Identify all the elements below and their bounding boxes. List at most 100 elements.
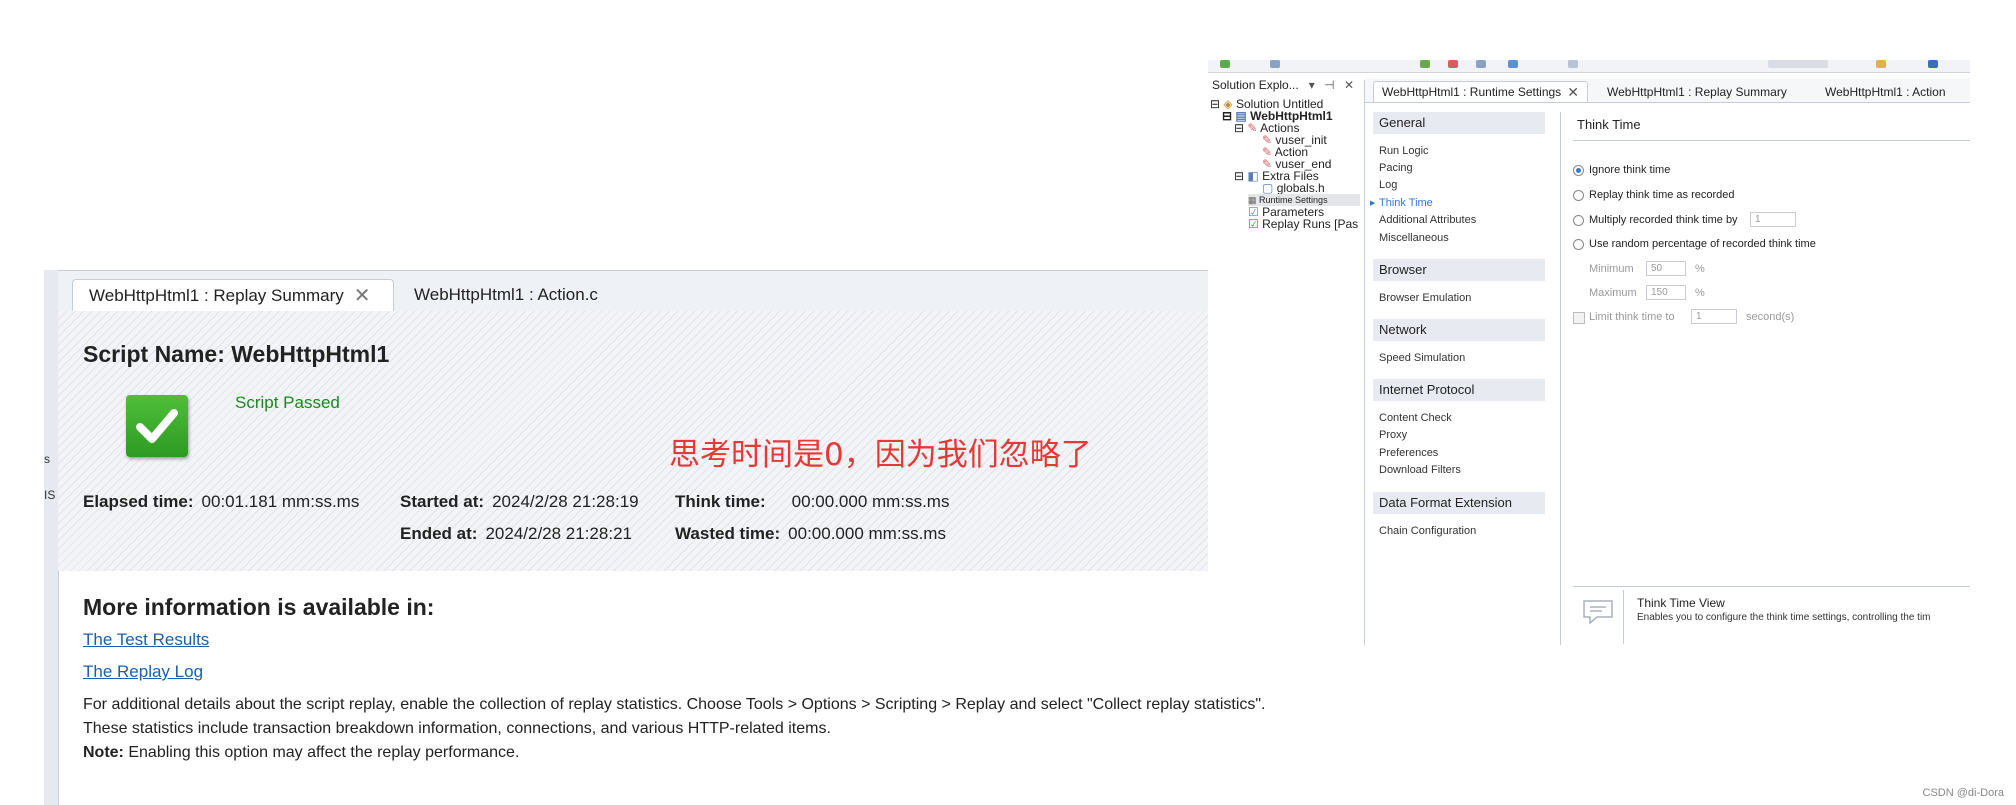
tree-node-replay-runs[interactable]: ☑ Replay Runs [Pas <box>1248 218 1358 230</box>
nav-item-proxy[interactable]: Proxy <box>1379 429 1407 441</box>
passed-check-icon <box>126 395 188 457</box>
panel-title: Think Time <box>1577 117 1641 132</box>
left-strip-mark: s <box>44 452 50 466</box>
maximum-label: Maximum <box>1589 287 1637 299</box>
toolbar-step-icon[interactable] <box>1508 60 1518 68</box>
nav-item-content-check[interactable]: Content Check <box>1379 412 1452 424</box>
radio-random-percentage[interactable] <box>1573 239 1584 250</box>
limit-think-time-checkbox[interactable] <box>1573 312 1585 324</box>
close-icon[interactable]: ✕ <box>354 283 371 308</box>
maximum-input[interactable]: 150 <box>1646 285 1686 300</box>
ended-label: Ended at: <box>400 524 478 543</box>
nav-item-log[interactable]: Log <box>1379 179 1397 191</box>
tree-node-globals[interactable]: ▢ globals.h <box>1262 182 1325 194</box>
toolbar-save-icon[interactable] <box>1270 60 1280 68</box>
think-time: Think time: 00:00.000 mm:ss.ms <box>675 492 949 512</box>
runtime-tabbar: WebHttpHtml1 : Runtime Settings ✕ WebHtt… <box>1365 78 1970 103</box>
toolbar-run-icon[interactable] <box>1220 60 1230 68</box>
view-divider <box>1573 586 1970 587</box>
toolbar-layout-dropdown[interactable] <box>1768 60 1828 68</box>
elapsed-label: Elapsed time: <box>83 492 194 511</box>
minimum-input[interactable]: 50 <box>1646 261 1686 276</box>
nav-item-speed-simulation[interactable]: Speed Simulation <box>1379 352 1465 364</box>
panel-controls[interactable]: ▾ ⊣ ✕ <box>1309 78 1357 92</box>
group-internet-protocol: Internet Protocol <box>1373 379 1545 401</box>
radio-multiply-think-time[interactable] <box>1573 215 1584 226</box>
tab-label: WebHttpHtml1 : Replay Summary <box>1607 84 1787 99</box>
toolbar-stop-icon[interactable] <box>1448 60 1458 68</box>
more-info-heading: More information is available in: <box>83 594 435 620</box>
script-name-heading: Script Name: WebHttpHtml1 <box>83 341 389 368</box>
limit-input[interactable]: 1 <box>1691 309 1737 324</box>
nav-item-browser-emulation[interactable]: Browser Emulation <box>1379 292 1471 304</box>
limit-label: Limit think time to <box>1589 311 1675 323</box>
percent-label: % <box>1695 287 1705 299</box>
script-name-value: WebHttpHtml1 <box>231 341 390 367</box>
replay-summary-panel: Script Name: WebHttpHtml1 Script Passed … <box>58 311 1210 571</box>
toolbar-replay-icon[interactable] <box>1420 60 1430 68</box>
nav-item-additional-attributes[interactable]: Additional Attributes <box>1379 214 1476 226</box>
solution-explorer-title: Solution Explo... <box>1212 78 1299 92</box>
replay-passed-icon: ☑ <box>1248 217 1259 231</box>
tab-action[interactable]: WebHttpHtml1 : Action <box>1817 81 1954 102</box>
nav-item-run-logic[interactable]: Run Logic <box>1379 145 1429 157</box>
percent-label: % <box>1695 263 1705 275</box>
group-network: Network <box>1373 319 1545 341</box>
elapsed-time: Elapsed time: 00:01.181 mm:ss.ms <box>83 492 359 512</box>
ended-value: 2024/2/28 21:28:21 <box>485 524 632 543</box>
replay-log-link[interactable]: The Replay Log <box>83 662 203 682</box>
file-icon: ▢ <box>1262 181 1274 195</box>
think-time-panel: Think Time Ignore think time Replay thin… <box>1569 112 1970 645</box>
panel-divider[interactable] <box>1364 80 1365 645</box>
option-label: Replay think time as recorded <box>1589 189 1735 201</box>
think-value: 00:00.000 mm:ss.ms <box>791 492 950 511</box>
tab-runtime-settings[interactable]: WebHttpHtml1 : Runtime Settings ✕ <box>1373 81 1588 102</box>
left-strip-mark: IS <box>44 488 56 502</box>
replay-summary-tabbar: WebHttpHtml1 : Replay Summary ✕ WebHttpH… <box>58 270 1210 312</box>
test-results-link[interactable]: The Test Results <box>83 630 209 650</box>
wasted-value: 00:00.000 mm:ss.ms <box>788 524 946 543</box>
tree-label: Replay Runs [Pas <box>1262 217 1359 231</box>
think-label: Think time: <box>675 492 766 511</box>
limit-unit: second(s) <box>1746 311 1795 323</box>
note-line: Note: Enabling this option may affect th… <box>83 744 519 762</box>
toolbar-misc-icon[interactable] <box>1876 60 1886 68</box>
toolbar-tool-icon[interactable] <box>1476 60 1486 68</box>
group-browser: Browser <box>1373 259 1545 281</box>
nav-item-preferences[interactable]: Preferences <box>1379 447 1438 459</box>
left-edge-strip: s IS <box>44 270 59 805</box>
multiply-factor-input[interactable]: 1 <box>1750 212 1796 227</box>
tab-replay-summary[interactable]: WebHttpHtml1 : Replay Summary ✕ <box>72 279 394 311</box>
speech-bubble-icon <box>1583 600 1613 625</box>
nav-item-chain-configuration[interactable]: Chain Configuration <box>1379 525 1476 537</box>
option-label: Multiply recorded think time by <box>1589 214 1738 226</box>
started-value: 2024/2/28 21:28:19 <box>492 492 639 511</box>
details-line-1: For additional details about the script … <box>83 696 1266 713</box>
toolbar-window-icon[interactable] <box>1928 60 1938 68</box>
tab-action-c[interactable]: WebHttpHtml1 : Action.c <box>398 279 614 311</box>
folder-icon: ◧ <box>1247 169 1259 183</box>
tree-label: globals.h <box>1276 181 1325 195</box>
toolbar-design-icon[interactable] <box>1568 60 1578 68</box>
tab-label: WebHttpHtml1 : Action.c <box>414 285 598 304</box>
watermark: CSDN @di-Dora <box>1922 787 2004 799</box>
nav-item-think-time[interactable]: Think Time <box>1370 197 1433 209</box>
nav-item-download-filters[interactable]: Download Filters <box>1379 464 1461 476</box>
nav-item-miscellaneous[interactable]: Miscellaneous <box>1379 232 1449 244</box>
script-status: Script Passed <box>235 393 340 412</box>
started-at: Started at: 2024/2/28 21:28:19 <box>400 492 639 512</box>
nav-item-pacing[interactable]: Pacing <box>1379 162 1413 174</box>
radio-replay-as-recorded[interactable] <box>1573 190 1584 201</box>
tab-label: WebHttpHtml1 : Action <box>1825 84 1946 99</box>
solution-explorer-header: Solution Explo... ▾ ⊣ ✕ <box>1208 78 1363 96</box>
details-line-2: These statistics include transaction bre… <box>83 720 831 737</box>
note-label: Note: <box>83 744 124 761</box>
radio-ignore-think-time[interactable] <box>1573 165 1584 176</box>
group-data-format-extension: Data Format Extension <box>1373 492 1545 514</box>
tab-label: WebHttpHtml1 : Replay Summary <box>89 285 344 305</box>
title-divider <box>1573 140 1970 141</box>
settings-splitter[interactable] <box>1560 112 1561 645</box>
close-icon[interactable]: ✕ <box>1567 84 1579 101</box>
tab-replay-summary[interactable]: WebHttpHtml1 : Replay Summary <box>1599 81 1795 102</box>
elapsed-value: 00:01.181 mm:ss.ms <box>201 492 360 511</box>
